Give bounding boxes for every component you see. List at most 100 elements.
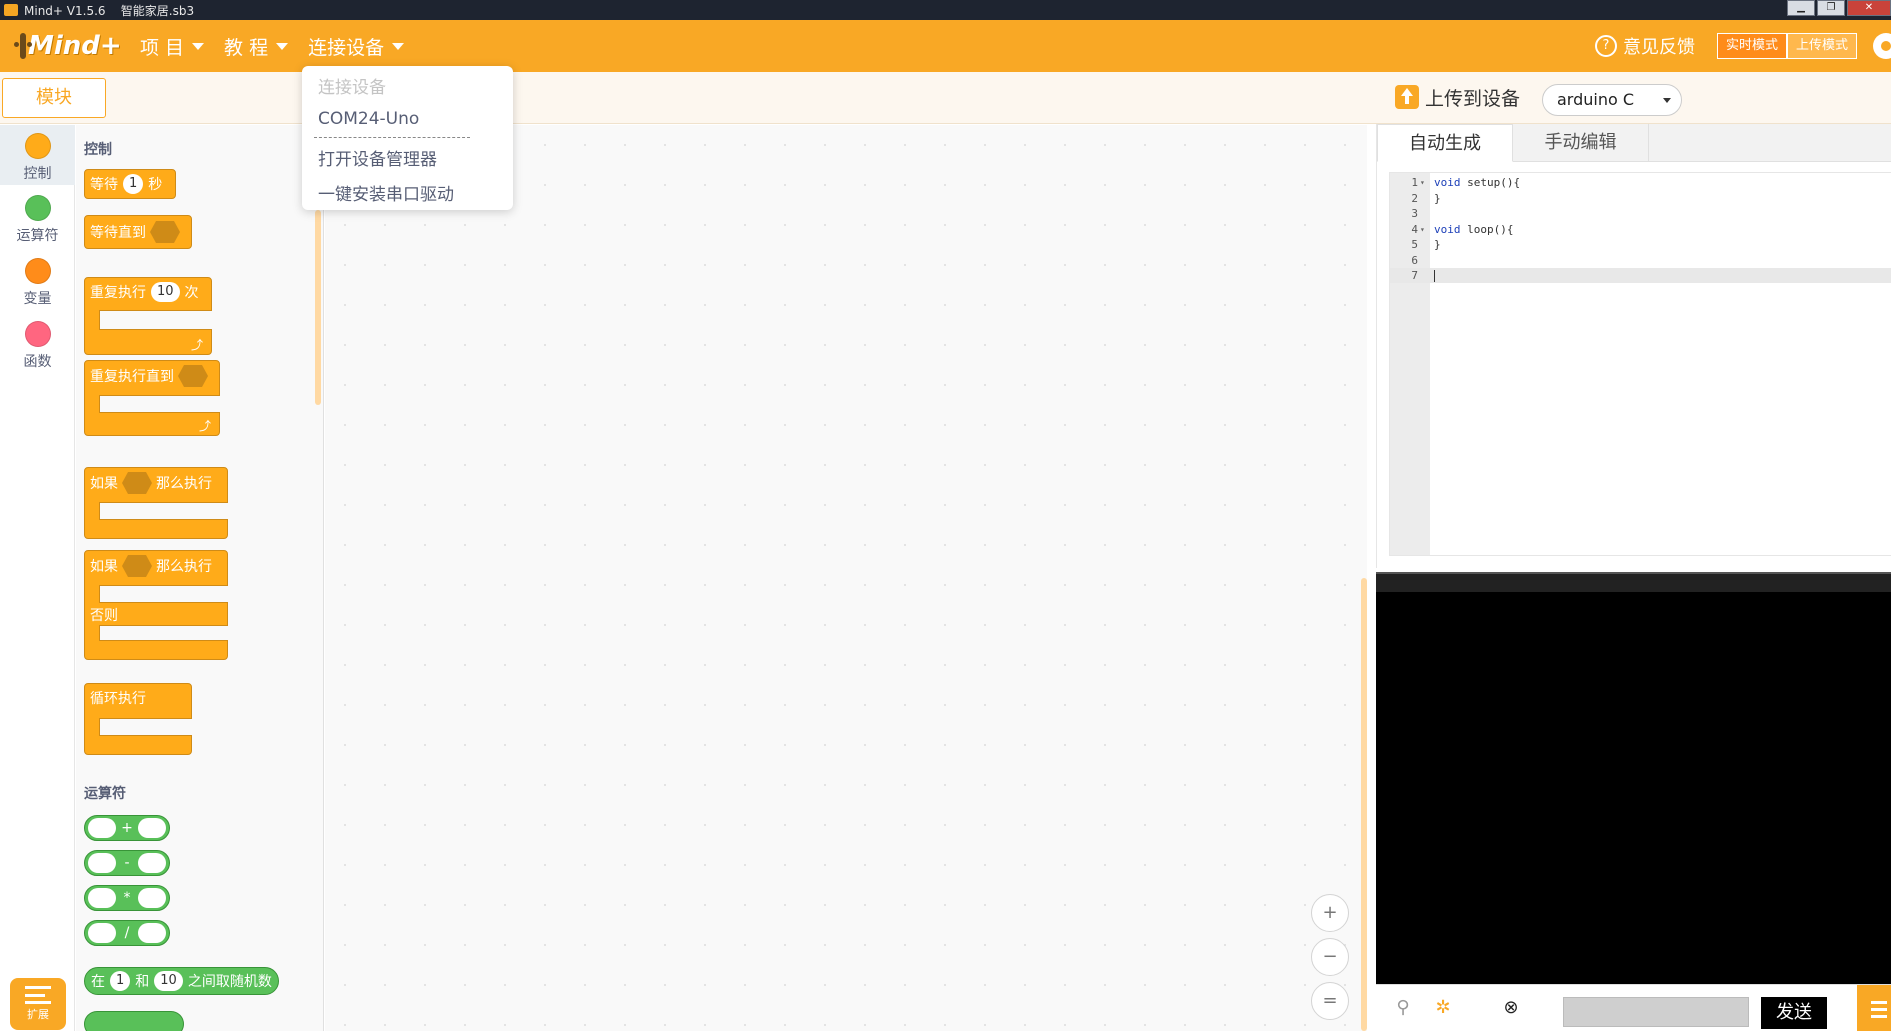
block-text: 之间取随机数: [187, 974, 272, 990]
category-control[interactable]: 控制: [0, 125, 75, 185]
workspace-scrollbar[interactable]: [1361, 578, 1367, 1031]
block-forever[interactable]: 循环执行: [84, 683, 192, 755]
block-multiply[interactable]: *: [84, 885, 170, 911]
code-line: 3: [1390, 206, 1891, 221]
boolean-slot[interactable]: [178, 365, 208, 387]
disconnect-icon[interactable]: ✲: [1430, 997, 1456, 1023]
eraser-icon[interactable]: ⊗: [1498, 997, 1524, 1023]
category-operators[interactable]: 运算符: [0, 187, 75, 247]
fold-icon[interactable]: ▾: [1420, 175, 1425, 190]
block-mouth: [99, 395, 220, 413]
line-number: 5: [1411, 238, 1418, 251]
menu-tutorial[interactable]: 教 程: [224, 33, 289, 60]
upload-to-device-button[interactable]: 上传到设备: [1395, 82, 1520, 112]
serial-input[interactable]: [1563, 997, 1749, 1027]
number-slot[interactable]: [88, 818, 116, 838]
block-repeat-until[interactable]: 重复执行直到 ⤴: [84, 360, 220, 436]
extensions-button[interactable]: 扩展: [10, 978, 66, 1030]
maximize-icon[interactable]: ❐: [1817, 0, 1845, 16]
boolean-slot[interactable]: [122, 472, 152, 494]
category-label: 运算符: [16, 228, 59, 244]
upload-label: 上传到设备: [1425, 87, 1521, 110]
block-wait-until[interactable]: 等待直到: [84, 215, 192, 249]
category-functions[interactable]: 函数: [0, 313, 75, 373]
code-rest: loop(){: [1460, 222, 1514, 236]
category-label: 函数: [23, 354, 52, 370]
loop-arrow-icon: ⤴: [198, 419, 211, 433]
block-repeat-times[interactable]: 重复执行 10 次 ⤴: [84, 277, 212, 355]
menu-connect-device[interactable]: 连接设备: [308, 33, 405, 60]
operator-symbol: +: [121, 820, 133, 836]
dropdown-item-install-driver[interactable]: 一键安装串口驱动: [318, 180, 454, 205]
code-tabs: 自动生成 手动编辑: [1377, 124, 1891, 162]
line-number: 6: [1411, 253, 1418, 267]
block-input-number[interactable]: 1: [110, 971, 131, 991]
mode-switch: 实时模式 上传模式: [1716, 33, 1857, 59]
fold-icon[interactable]: ▾: [1420, 222, 1425, 237]
block-input-number[interactable]: 10: [151, 282, 180, 302]
operator-symbol: -: [124, 855, 130, 871]
zoom-reset-icon[interactable]: =: [1311, 982, 1349, 1020]
menu-project[interactable]: 项 目: [140, 33, 205, 60]
tab-modules[interactable]: 模块: [2, 78, 106, 118]
send-button[interactable]: 发送: [1761, 997, 1827, 1029]
dropdown-item-com-port[interactable]: COM24-Uno: [318, 109, 419, 129]
usb-icon[interactable]: ⚲: [1390, 997, 1416, 1023]
boolean-slot[interactable]: [150, 221, 180, 243]
gear-icon[interactable]: [1873, 33, 1891, 59]
operator-symbol: *: [123, 890, 131, 906]
realtime-mode-button[interactable]: 实时模式: [1716, 33, 1787, 59]
block-if-else[interactable]: 如果 那么执行 否则: [84, 550, 228, 660]
number-slot[interactable]: [138, 888, 166, 908]
close-icon[interactable]: ✕: [1847, 0, 1891, 16]
block-random-between[interactable]: 在 1 和 10 之间取随机数: [84, 967, 279, 995]
minimize-icon[interactable]: ▁: [1787, 0, 1815, 16]
block-wait-seconds[interactable]: 等待 1 秒: [84, 169, 176, 199]
number-slot[interactable]: [138, 818, 166, 838]
language-select-value: arduino C: [1557, 90, 1635, 109]
category-variables[interactable]: 变量: [0, 250, 75, 310]
category-label: 控制: [23, 166, 52, 182]
number-slot[interactable]: [138, 923, 166, 943]
number-slot[interactable]: [138, 853, 166, 873]
block-partial-operator[interactable]: [84, 1011, 184, 1031]
block-add[interactable]: +: [84, 815, 170, 841]
number-slot[interactable]: [88, 853, 116, 873]
script-workspace[interactable]: [325, 125, 1367, 1031]
feedback-button[interactable]: ? 意见反馈: [1594, 33, 1695, 59]
block-divide[interactable]: /: [84, 920, 170, 946]
category-dot-icon: [24, 133, 51, 159]
text-cursor: [1434, 270, 1435, 282]
boolean-slot[interactable]: [122, 555, 152, 577]
question-icon: ?: [1594, 35, 1617, 57]
serial-header: [1376, 572, 1891, 592]
block-input-number[interactable]: 10: [154, 971, 183, 991]
code-text: [1434, 268, 1435, 283]
language-select[interactable]: arduino C: [1542, 84, 1682, 116]
code-panel: 自动生成 手动编辑 1 ▾ void setup(){2} 3 4 ▾ void loop(…: [1376, 124, 1891, 568]
zoom-out-icon[interactable]: −: [1311, 938, 1349, 976]
list-icon[interactable]: [1857, 985, 1891, 1031]
code-rest: }: [1434, 238, 1441, 251]
block-label: 如果 那么执行: [90, 472, 212, 494]
zoom-in-icon[interactable]: +: [1311, 894, 1349, 932]
block-input-number[interactable]: 1: [123, 174, 144, 194]
category-menu: 控制 运算符 变量 函数: [0, 125, 75, 1031]
dropdown-item-device-manager[interactable]: 打开设备管理器: [318, 145, 437, 170]
palette-scrollbar[interactable]: [315, 210, 321, 405]
tab-manual-edit[interactable]: 手动编辑: [1513, 124, 1649, 162]
block-subtract[interactable]: -: [84, 850, 170, 876]
serial-output: [1376, 592, 1891, 984]
block-if-then[interactable]: 如果 那么执行: [84, 467, 228, 539]
line-number: 4: [1411, 222, 1418, 236]
extension-label: 扩展: [27, 1008, 49, 1021]
block-label: 如果 那么执行: [90, 555, 212, 577]
menu-project-label: 项 目: [140, 36, 185, 59]
block-text: 重复执行: [90, 285, 146, 301]
tab-auto-generate[interactable]: 自动生成: [1377, 124, 1513, 162]
chevron-down-icon: [1663, 98, 1671, 103]
number-slot[interactable]: [88, 923, 116, 943]
upload-mode-button[interactable]: 上传模式: [1786, 33, 1857, 59]
number-slot[interactable]: [88, 888, 116, 908]
code-editor[interactable]: 1 ▾ void setup(){2} 3 4 ▾ void loop(){5} 6 7: [1389, 172, 1891, 556]
